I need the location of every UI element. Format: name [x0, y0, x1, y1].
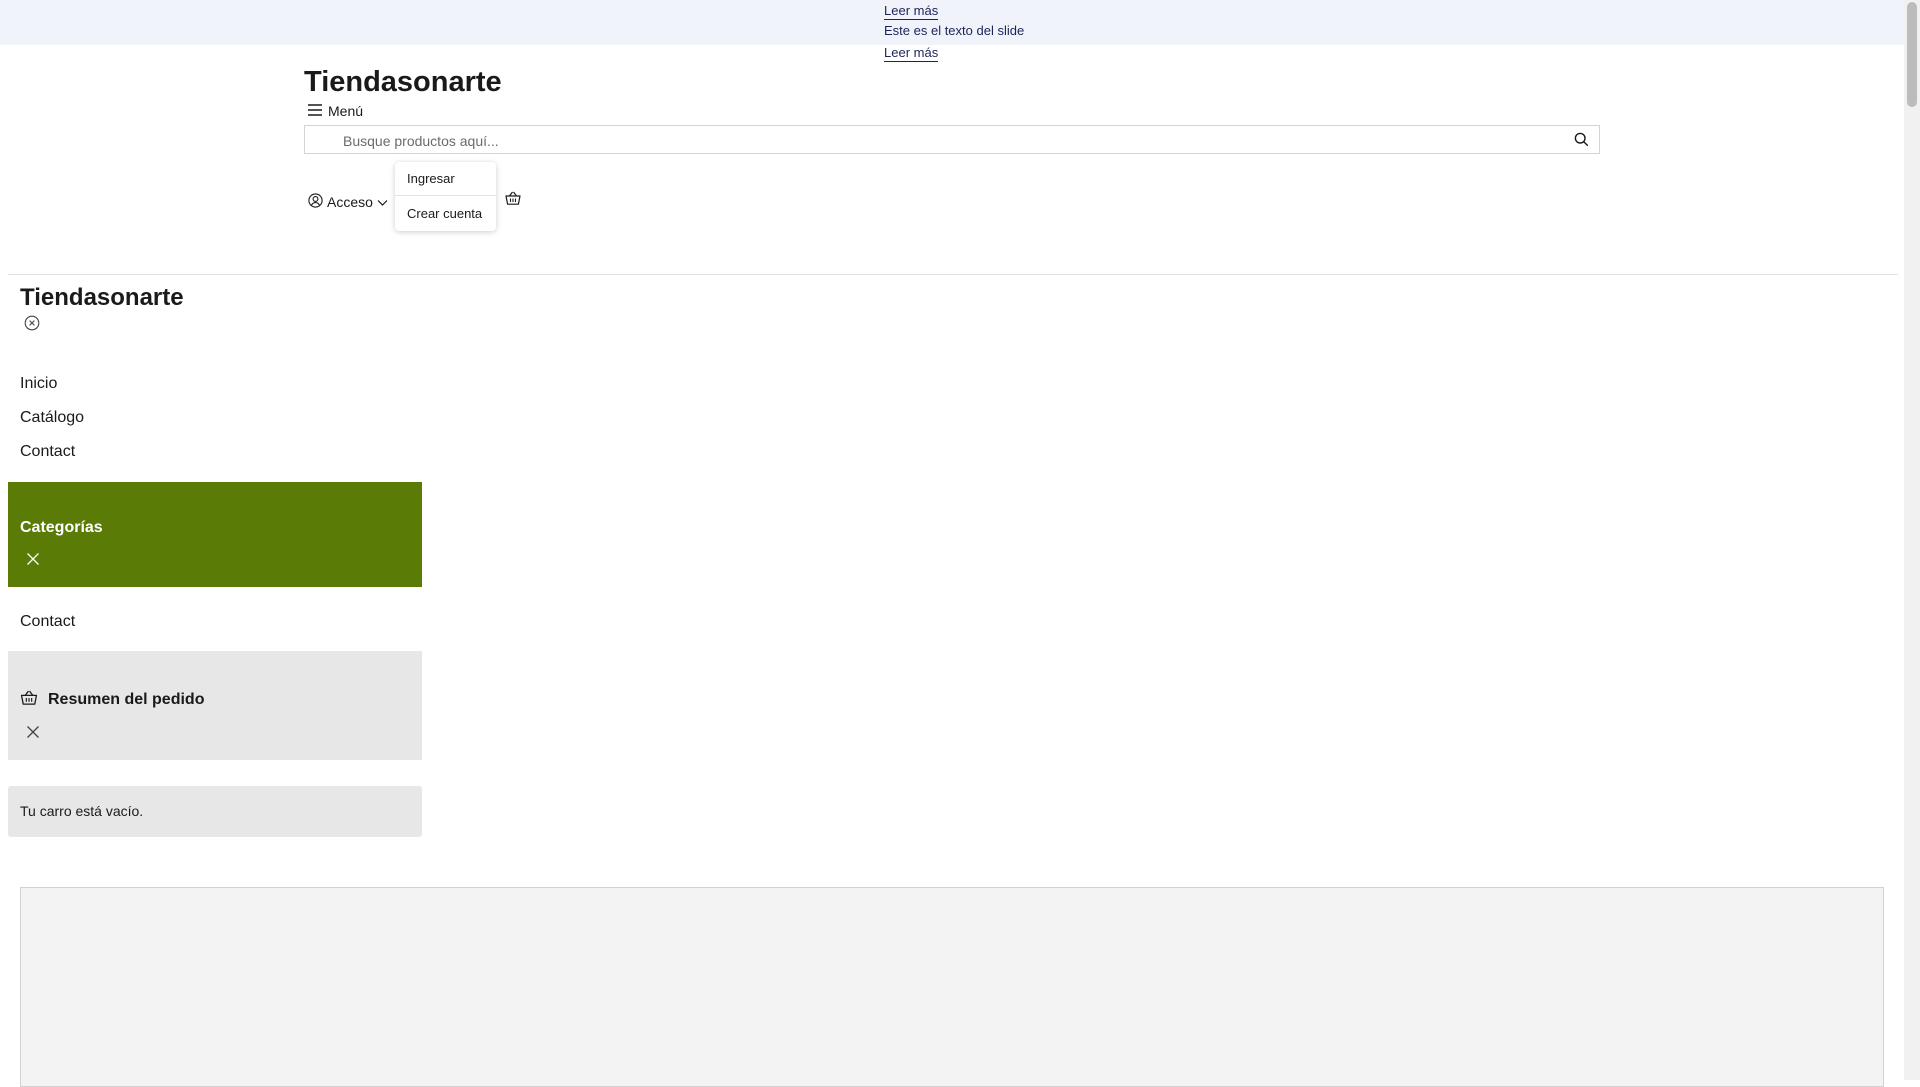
side-menu-title: Tiendasonarte	[20, 284, 184, 311]
empty-cart-message: Tu carro está vacío.	[20, 803, 144, 819]
scrollbar-thumb[interactable]	[1907, 2, 1917, 107]
cart-button[interactable]	[505, 191, 521, 209]
order-summary-title: Resumen del pedido	[48, 690, 205, 708]
chevron-down-icon	[377, 194, 388, 210]
basket-icon	[20, 690, 38, 709]
search-bar	[304, 125, 1600, 155]
create-account-menu-item[interactable]: Crear cuenta	[395, 197, 496, 231]
content-frame	[20, 887, 1884, 1087]
close-icon[interactable]	[26, 552, 40, 569]
slide-link-read-more-2[interactable]: Leer más	[884, 45, 939, 62]
search-input[interactable]	[341, 126, 1545, 155]
header-divider	[8, 274, 1898, 275]
account-dropdown: Ingresar Crear cuenta	[395, 162, 496, 231]
close-icon[interactable]	[26, 725, 40, 742]
menu-label: Menú	[328, 103, 364, 119]
close-circle-icon[interactable]	[24, 315, 40, 334]
basket-icon	[505, 191, 521, 209]
page-scrollbar[interactable]	[1904, 0, 1920, 1080]
order-summary-header: Resumen del pedido	[20, 690, 204, 709]
slide-link-read-more[interactable]: Leer más	[884, 3, 939, 20]
order-summary-panel: Resumen del pedido	[8, 651, 422, 760]
hamburger-icon	[308, 103, 322, 119]
announcement-bar: Leer más Este es el texto del slide Leer…	[0, 0, 1904, 62]
store-logo[interactable]: Tiendasonarte	[304, 66, 502, 99]
category-link-contact[interactable]: Contact	[20, 613, 75, 631]
slide-text: Este es el texto del slide	[884, 23, 1025, 38]
nav-link-inicio[interactable]: Inicio	[20, 375, 57, 393]
nav-link-contact[interactable]: Contact	[20, 443, 75, 461]
nav-link-catalogo[interactable]: Catálogo	[20, 409, 84, 427]
account-button[interactable]: Acceso	[308, 192, 388, 212]
login-menu-item[interactable]: Ingresar	[395, 162, 496, 196]
account-label: Acceso	[327, 194, 373, 210]
user-circle-icon	[308, 193, 323, 211]
search-icon[interactable]	[1574, 132, 1589, 150]
categories-title: Categorías	[20, 519, 103, 536]
empty-cart-message-box: Tu carro está vacío.	[8, 786, 422, 837]
menu-button[interactable]: Menú	[308, 101, 363, 121]
categories-panel: Categorías	[8, 482, 422, 587]
